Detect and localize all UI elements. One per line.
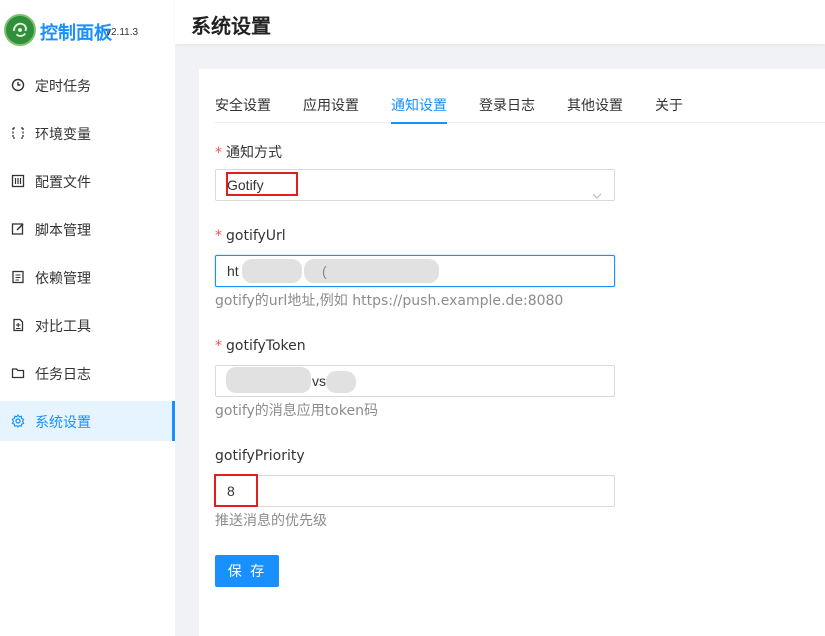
tab-security[interactable]: 安全设置	[215, 95, 271, 123]
sidebar-item-settings[interactable]: 系统设置	[0, 401, 175, 441]
annotation-box	[214, 474, 258, 507]
folder-icon	[11, 366, 25, 380]
required-mark: *	[215, 228, 222, 244]
tab-app[interactable]: 应用设置	[303, 95, 359, 123]
gotify-priority-input[interactable]: 8	[215, 475, 615, 507]
sidebar-item-scripts[interactable]: 脚本管理	[0, 209, 175, 249]
required-mark: *	[215, 338, 222, 354]
sidebar-item-config[interactable]: 配置文件	[0, 161, 175, 201]
gotify-priority-label: gotifyPriority	[215, 448, 305, 464]
gotify-url-label: * gotifyUrl	[215, 228, 286, 244]
sidebar-item-label: 脚本管理	[35, 223, 91, 239]
sidebar-item-cron[interactable]: 定时任务	[0, 65, 175, 105]
sidebar-item-label: 依赖管理	[35, 271, 91, 287]
variable-icon	[11, 126, 25, 140]
tab-notification[interactable]: 通知设置	[391, 95, 447, 124]
page-header: 系统设置	[175, 0, 825, 44]
gotify-token-fragment: vs	[312, 373, 326, 389]
notify-method-label: * 通知方式	[215, 145, 282, 161]
sidebar-item-logs[interactable]: 任务日志	[0, 353, 175, 393]
diff-icon	[11, 318, 25, 332]
sidebar-item-label: 对比工具	[35, 319, 91, 335]
redaction-blur	[226, 367, 311, 393]
required-mark: *	[215, 145, 222, 161]
edit-icon	[11, 222, 25, 236]
app-title: 控制面板	[40, 23, 112, 44]
sidebar-item-env[interactable]: 环境变量	[0, 113, 175, 153]
save-button[interactable]: 保 存	[215, 555, 279, 587]
sidebar-item-label: 任务日志	[35, 367, 91, 383]
redaction-blur	[326, 371, 356, 393]
sidebar-item-diff[interactable]: 对比工具	[0, 305, 175, 345]
tab-login-log[interactable]: 登录日志	[479, 95, 535, 123]
sidebar: 控制面板 v2.11.3 定时任务 环境变量 配置文件 脚本管理 依赖管理 对比…	[0, 0, 175, 636]
tab-other[interactable]: 其他设置	[567, 95, 623, 123]
gotify-url-prefix: ht	[227, 263, 239, 279]
sidebar-item-label: 配置文件	[35, 175, 91, 191]
redaction-blur	[242, 259, 302, 283]
sidebar-item-label: 定时任务	[35, 79, 91, 95]
settings-tabs: 安全设置 应用设置 通知设置 登录日志 其他设置 关于	[215, 95, 825, 124]
settings-panel: 安全设置 应用设置 通知设置 登录日志 其他设置 关于 * 通知方式 Gotify…	[199, 69, 825, 636]
sidebar-item-label: 系统设置	[35, 415, 91, 431]
page-title: 系统设置	[191, 14, 271, 38]
logo: 控制面板 v2.11.3	[0, 0, 175, 64]
gotify-priority-help: 推送消息的优先级	[215, 513, 327, 529]
app-logo-icon	[4, 14, 36, 46]
annotation-box	[226, 172, 298, 196]
tab-about[interactable]: 关于	[655, 95, 683, 123]
chevron-down-icon	[592, 181, 602, 199]
package-icon	[11, 270, 25, 284]
sidebar-item-label: 环境变量	[35, 127, 91, 143]
sidebar-item-deps[interactable]: 依赖管理	[0, 257, 175, 297]
gotify-token-label: * gotifyToken	[215, 338, 306, 354]
sliders-icon	[11, 174, 25, 188]
app-version: v2.11.3	[106, 27, 139, 38]
clock-icon	[11, 78, 25, 92]
redaction-blur	[304, 259, 439, 283]
gear-icon	[11, 414, 25, 428]
gotify-url-help: gotify的url地址,例如 https://push.example.de:…	[215, 293, 564, 309]
gotify-token-help: gotify的消息应用token码	[215, 403, 378, 419]
